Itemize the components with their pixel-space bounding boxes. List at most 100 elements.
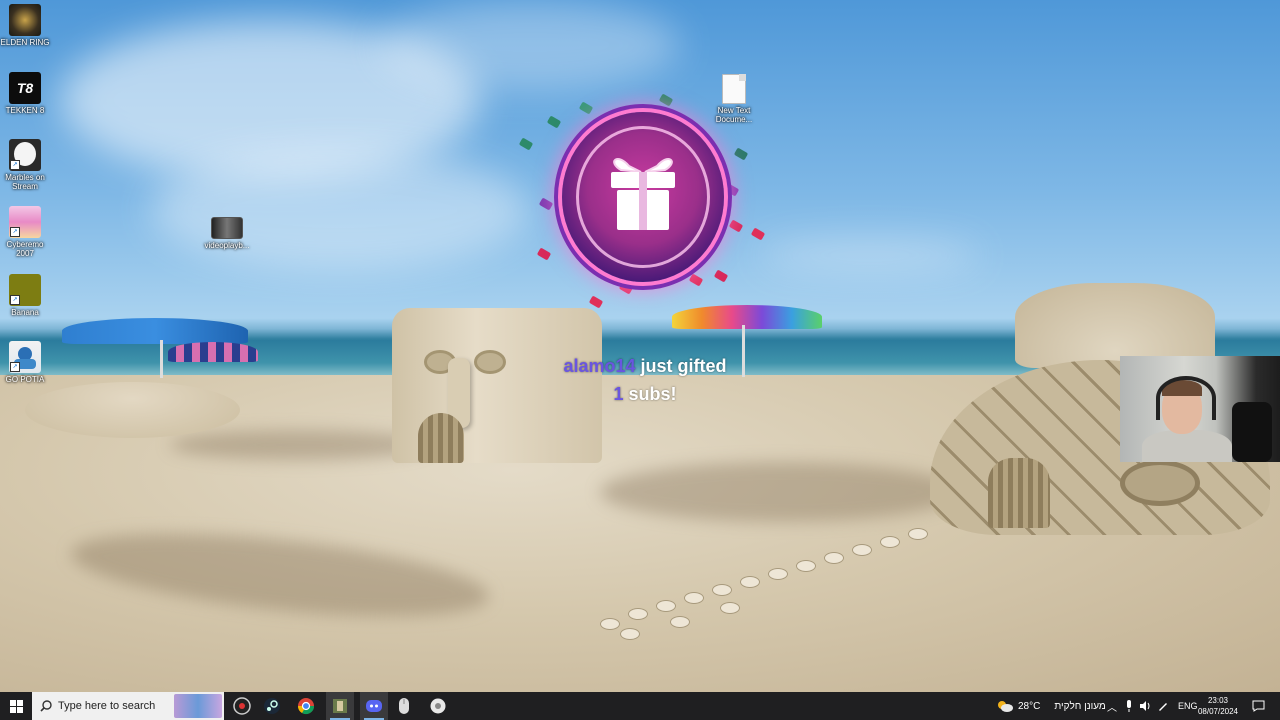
app-window-icon [333,699,347,713]
desktop-icon-label: Cyberemo 2007 [6,240,44,258]
cloud [760,240,980,270]
desktop-icon-banana[interactable]: ↗ Banana [0,274,53,317]
gift-alert-text: alamo14 just gifted 1 subs! [540,352,750,408]
shortcut-arrow-icon: ↗ [10,227,20,237]
cyberemo-icon: ↗ [9,206,41,238]
chevron-up-icon: ︿ [1107,702,1117,714]
taskbar: Type here to search 28°C מעונן חלקית ︿ E… [0,692,1280,720]
search-highlight-image [174,694,222,718]
shortcut-arrow-icon: ↗ [10,160,20,170]
taskbar-app-obs[interactable] [228,692,256,720]
taskbar-app-mouse[interactable] [390,692,418,720]
desktop-icon-tekken-8[interactable]: T8 TEKKEN 8 [0,72,53,115]
confetti-shard [518,137,534,151]
confetti-shard [538,197,554,211]
confetti-shard [750,227,766,241]
tray-microphone[interactable] [1121,692,1137,720]
cloud [380,0,680,90]
confetti-shard [728,219,744,233]
obs-icon [233,697,251,715]
video-file-icon [211,217,243,239]
start-button[interactable] [0,692,32,720]
gift-alert-line2: subs! [623,384,677,404]
search-placeholder: Type here to search [58,700,156,712]
weather-temperature: 28°C [1018,700,1041,712]
input-language[interactable]: ENG [1178,692,1198,720]
desktop-icon-label: ELDEN RING [0,38,50,47]
taskbar-search-box[interactable]: Type here to search [32,692,224,720]
shortcut-arrow-icon: ↗ [10,295,20,305]
webcam-overlay [1120,356,1280,462]
go-potia-icon: ↗ [9,341,41,373]
app-circle-icon [430,698,446,714]
confetti-shard [658,93,674,107]
banana-icon: ↗ [9,274,41,306]
speaker-icon [1140,701,1150,711]
tray-volume[interactable] [1137,692,1153,720]
tray-overflow-button[interactable]: ︿ [1104,692,1120,720]
confetti-shard [546,115,562,129]
desktop-icon-label: GO POTIA [5,375,45,384]
search-icon [40,700,52,712]
partly-cloudy-icon [998,701,1013,712]
confetti-shard [688,273,704,287]
gifter-username: alamo14 [563,356,636,376]
taskbar-clock[interactable]: 23:03 08/07/2024 [1196,695,1240,717]
chrome-icon [297,698,315,715]
taskbar-app-active[interactable] [326,692,354,720]
desktop[interactable]: ELDEN RING T8 TEKKEN 8 ↗ Marbles on Stre… [0,0,1280,692]
notification-center-button[interactable] [1248,692,1268,720]
desktop-icon-videoplayback[interactable]: videoplayb... [199,217,255,250]
language-label: ENG [1178,701,1198,711]
weather-widget[interactable]: 28°C מעונן חלקית [996,692,1106,720]
gift-icon [611,158,675,230]
clock-date: 08/07/2024 [1197,707,1239,716]
desktop-icon-label: Banana [11,308,39,317]
sand-mound [25,382,240,438]
elden-ring-icon [9,4,41,36]
sand-shadow [170,430,430,460]
taskbar-app-circle[interactable] [424,692,452,720]
desktop-icon-go-potia[interactable]: ↗ GO POTIA [0,341,53,384]
pebble-path [590,520,950,640]
taskbar-app-steam[interactable] [258,692,286,720]
desktop-icon-new-text-document[interactable]: New Text Docume... [706,74,762,124]
weather-description: מעונן חלקית [1054,700,1106,712]
desktop-icon-marbles-on-stream[interactable]: ↗ Marbles on Stream [0,139,53,191]
desktop-icon-label: New Text Docume... [715,106,753,124]
gift-sub-alert-badge [562,112,724,282]
sand-shadow [600,462,960,522]
discord-icon [366,700,382,712]
tray-pen[interactable] [1155,692,1171,720]
clock-time: 23:03 [1207,696,1229,705]
cloud [150,150,530,270]
steam-icon [264,698,280,714]
confetti-shard [578,101,594,115]
mouse-icon [399,698,409,714]
marbles-icon: ↗ [9,139,41,171]
gift-alert-line1: just gifted [635,356,727,376]
desktop-icon-elden-ring[interactable]: ELDEN RING [0,4,53,47]
desktop-icon-label: videoplayb... [204,241,250,250]
taskbar-app-discord[interactable] [360,692,388,720]
microphone-icon [1127,700,1131,712]
taskbar-app-chrome[interactable] [292,692,320,720]
confetti-shard [724,183,740,197]
notification-icon [1252,700,1264,712]
confetti-shard [618,281,634,295]
confetti-shard [536,247,552,261]
desktop-icon-cyberemo-2007[interactable]: ↗ Cyberemo 2007 [0,206,53,258]
windows-logo-icon [9,699,23,713]
desktop-icon-label: TEKKEN 8 [5,106,45,115]
shortcut-arrow-icon: ↗ [10,362,20,372]
confetti-shard [588,295,604,309]
headset-icon [1156,376,1216,420]
gift-count: 1 [613,384,624,404]
tekken-logo: T8 [16,80,34,96]
desktop-icon-label: Marbles on Stream [5,173,45,191]
text-file-icon [722,74,746,104]
confetti-shard [713,269,729,283]
confetti-shard [733,147,749,161]
tekken-8-icon: T8 [9,72,41,104]
pen-icon [1159,703,1167,711]
